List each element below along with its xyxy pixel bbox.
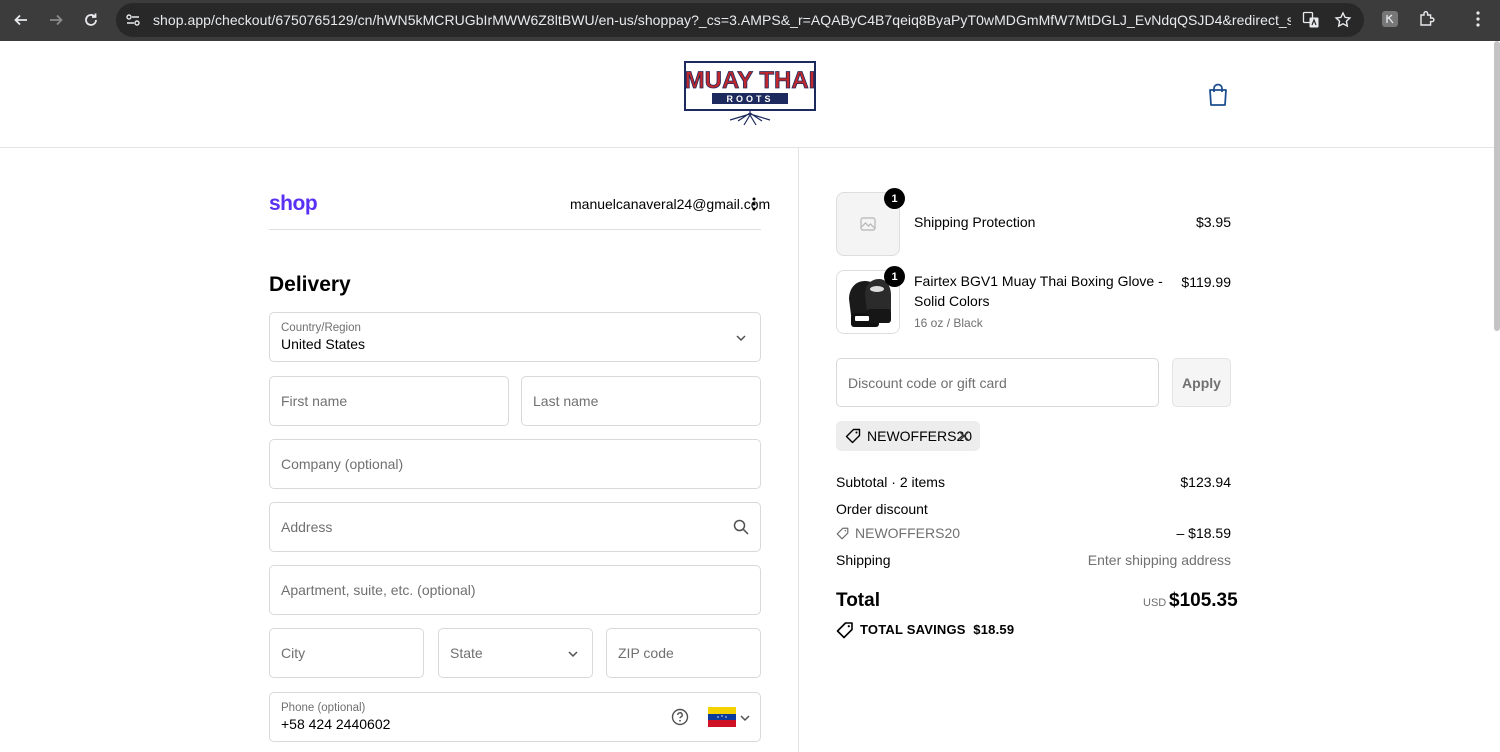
scrollbar[interactable] — [1494, 41, 1500, 331]
phone-field[interactable]: Phone (optional) +58 424 2440602 — [269, 692, 761, 742]
company-field[interactable]: Company (optional) — [269, 439, 761, 489]
chevron-down-icon — [740, 715, 750, 722]
savings-tag-icon — [836, 622, 853, 639]
address-bar[interactable]: shop.app/checkout/6750765129/cn/hWN5kMCR… — [116, 3, 1364, 37]
total-savings: TOTAL SAVINGS $18.59 — [860, 622, 1014, 637]
first-name-placeholder: First name — [281, 393, 348, 409]
total-value: $105.35 — [1169, 590, 1238, 611]
currency-code: USD — [1143, 597, 1167, 609]
zip-field[interactable]: ZIP code — [606, 628, 761, 678]
state-placeholder: State — [450, 645, 483, 661]
apartment-placeholder: Apartment, suite, etc. (optional) — [281, 582, 476, 598]
shipping-value: Enter shipping address — [1087, 552, 1231, 568]
translate-icon[interactable] — [1302, 11, 1320, 29]
address-field[interactable]: Address — [269, 502, 761, 552]
column-divider — [798, 148, 799, 752]
search-icon[interactable] — [733, 519, 749, 535]
apartment-field[interactable]: Apartment, suite, etc. (optional) — [269, 565, 761, 615]
back-icon[interactable] — [3, 2, 39, 38]
store-logo[interactable]: MUAY THAI ROOTS — [684, 61, 816, 127]
quantity-badge: 1 — [884, 266, 905, 287]
country-value: United States — [281, 336, 366, 352]
logo-text-main: MUAY THAI — [685, 67, 816, 94]
last-name-field[interactable]: Last name — [521, 376, 761, 426]
savings-label: TOTAL SAVINGS — [860, 622, 966, 637]
apply-button[interactable]: Apply — [1172, 358, 1231, 407]
logo-text-sub: ROOTS — [726, 94, 773, 104]
discount-code-label: NEWOFFERS20 — [855, 525, 961, 541]
discount-code-input[interactable]: Discount code or gift card — [836, 358, 1159, 407]
order-discount-label: Order discount — [836, 501, 928, 517]
item-price: $119.99 — [1181, 274, 1231, 290]
account-email: manuelcanaveral24@gmail.com — [570, 196, 771, 212]
site-settings-icon[interactable] — [125, 12, 141, 28]
item-price: $3.95 — [1195, 214, 1231, 230]
venezuela-flag-icon[interactable] — [708, 707, 736, 727]
phone-value: +58 424 2440602 — [281, 716, 391, 732]
savings-value: $18.59 — [973, 622, 1015, 637]
zip-placeholder: ZIP code — [618, 645, 674, 661]
extensions-puzzle-icon[interactable] — [1417, 9, 1437, 29]
bookmark-star-icon[interactable] — [1334, 11, 1352, 29]
state-select[interactable]: State — [438, 628, 593, 678]
tag-icon — [836, 527, 849, 540]
shop-pay-logo: shop — [269, 192, 318, 215]
subtotal-label: Subtotal · 2 items — [836, 474, 945, 490]
applied-code: NEWOFFERS20 — [867, 428, 973, 444]
image-placeholder-icon — [860, 217, 876, 231]
discount-placeholder: Discount code or gift card — [848, 375, 1007, 391]
reload-icon[interactable] — [73, 2, 109, 38]
cart-bag-icon[interactable] — [1207, 83, 1229, 107]
account-menu-icon[interactable] — [748, 196, 760, 212]
store-header: MUAY THAI ROOTS — [0, 41, 1500, 148]
company-placeholder: Company (optional) — [281, 456, 404, 472]
forward-icon[interactable] — [38, 2, 74, 38]
city-field[interactable]: City — [269, 628, 424, 678]
country-select[interactable]: Country/Region United States — [269, 312, 761, 362]
city-placeholder: City — [281, 645, 306, 661]
item-name: Shipping Protection — [914, 214, 1036, 230]
browser-toolbar: shop.app/checkout/6750765129/cn/hWN5kMCR… — [0, 0, 1500, 41]
delivery-heading: Delivery — [269, 273, 351, 296]
country-label: Country/Region — [281, 322, 361, 334]
last-name-placeholder: Last name — [533, 393, 599, 409]
url-text: shop.app/checkout/6750765129/cn/hWN5kMCR… — [153, 12, 1291, 28]
shipping-label: Shipping — [836, 552, 891, 568]
applied-discount-chip: NEWOFFERS20 — [836, 421, 980, 451]
remove-discount-close-icon[interactable] — [958, 430, 970, 442]
account-divider — [269, 229, 761, 230]
phone-label: Phone (optional) — [281, 702, 366, 714]
address-placeholder: Address — [281, 519, 333, 535]
browser-menu-icon[interactable] — [1470, 10, 1486, 28]
chevron-down-icon — [736, 335, 746, 342]
subtotal-value: $123.94 — [1180, 474, 1231, 490]
discount-value: – $18.59 — [1176, 525, 1232, 541]
chevron-down-icon — [568, 651, 578, 658]
total-label: Total — [836, 590, 880, 611]
item-name: Fairtex BGV1 Muay Thai Boxing Glove - So… — [914, 273, 1163, 309]
tag-icon — [845, 428, 861, 444]
help-icon[interactable] — [671, 708, 689, 726]
item-variant: 16 oz / Black — [914, 316, 983, 330]
quantity-badge: 1 — [884, 188, 905, 209]
extension-icon[interactable] — [1381, 10, 1399, 28]
first-name-field[interactable]: First name — [269, 376, 509, 426]
